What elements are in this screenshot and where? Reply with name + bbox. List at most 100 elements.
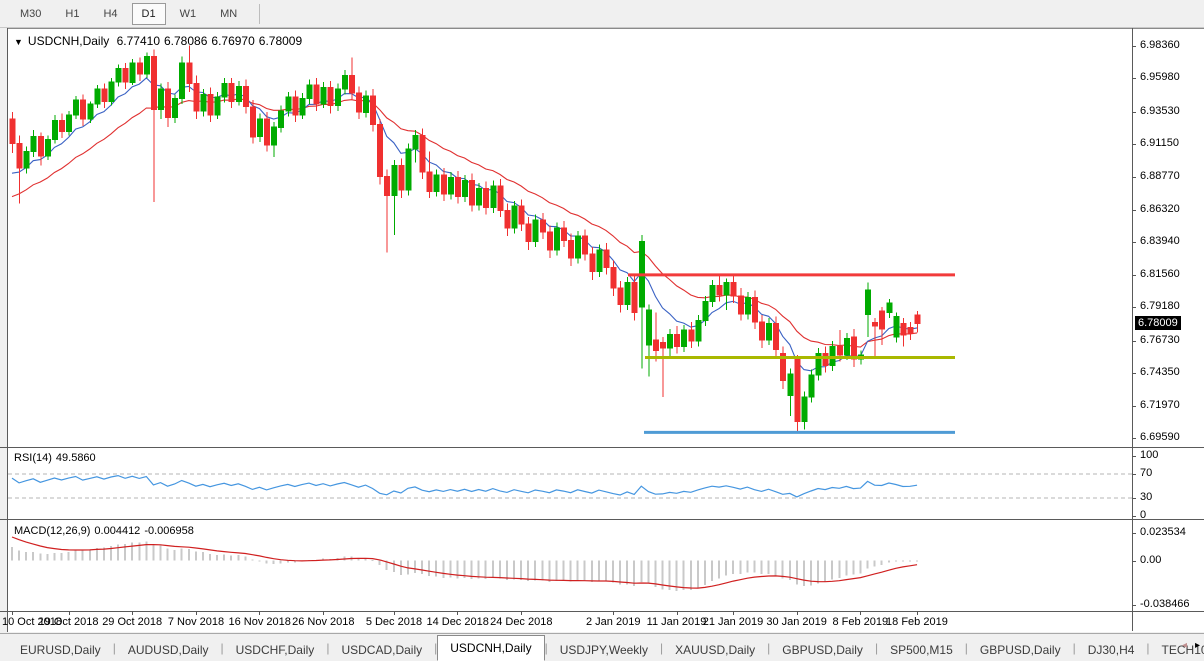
price-axis-label-tick (1132, 112, 1136, 113)
price-axis-label: 6.81560 (1140, 268, 1180, 280)
price-axis-label: 6.71970 (1140, 399, 1180, 411)
pane-separator-3 (0, 611, 1204, 612)
chart-tab-xauusd-daily[interactable]: XAUUSD,Daily (663, 639, 767, 661)
timeframe-button-d1[interactable]: D1 (132, 3, 166, 25)
pane-separator-1[interactable] (0, 447, 1204, 448)
price-axis-label: 6.79180 (1140, 300, 1180, 312)
tab-scroll-left-icon[interactable]: ◂ (1182, 640, 1187, 651)
date-axis-label: 29 Oct 2018 (102, 616, 162, 628)
timeframe-button-h1[interactable]: H1 (55, 3, 89, 25)
price-axis-label: 6.83940 (1140, 235, 1180, 247)
chart-tab-audusd-daily[interactable]: AUDUSD,Daily (116, 639, 221, 661)
pane-separator-2[interactable] (0, 519, 1204, 520)
macd-name: MACD(12,26,9) (14, 525, 90, 537)
chart-window-left-frame (0, 28, 8, 632)
chart-tab-bar: EURUSD,Daily|AUDUSD,Daily|USDCHF,Daily|U… (0, 633, 1204, 661)
timeframe-button-h4[interactable]: H4 (93, 3, 127, 25)
price-axis-label-tick (1132, 46, 1136, 47)
chart-tab-usdcnh-daily[interactable]: USDCNH,Daily (437, 635, 544, 661)
rsi-axis-label: 0 (1140, 509, 1146, 521)
price-axis-label-tick (1132, 307, 1136, 308)
date-axis-label: 26 Nov 2018 (292, 616, 354, 628)
date-axis-label: 19 Oct 2018 (39, 616, 99, 628)
tab-scroll-right-icon[interactable]: ▸ (1195, 640, 1200, 651)
ohlc-open: 6.77410 (117, 34, 160, 48)
chart-tab-usdjpy-weekly[interactable]: USDJPY,Weekly (548, 639, 660, 661)
rsi-label: RSI(14) 49.5860 (14, 452, 100, 464)
chart-symbol-label: USDCNH,Daily (28, 34, 109, 48)
date-tick (259, 611, 260, 615)
rsi-name: RSI(14) (14, 452, 52, 464)
macd-axis-label-tick (1132, 561, 1136, 562)
price-axis-label: 6.93530 (1140, 105, 1180, 117)
date-axis-label: 7 Nov 2018 (168, 616, 224, 628)
price-axis-label: 6.76730 (1140, 334, 1180, 346)
date-tick (521, 611, 522, 615)
ohlc-close: 6.78009 (259, 34, 302, 48)
date-tick (132, 611, 133, 615)
current-price-tag: 6.78009 (1135, 316, 1181, 330)
tab-scroll-arrows: ◂ ▸ (1182, 640, 1200, 651)
timeframe-buttons: M30H1H4D1W1MN (8, 3, 249, 25)
price-axis-label: 6.95980 (1140, 71, 1180, 83)
chart-dropdown-icon[interactable]: ▼ (14, 37, 23, 47)
price-axis-label: 6.69590 (1140, 431, 1180, 443)
macd-value-signal: -0.006958 (144, 525, 194, 537)
mt4-window: M30H1H4D1W1MN ▼ USDCNH,Daily 6.77410 6.780… (0, 0, 1204, 661)
price-axis-label-tick (1132, 78, 1136, 79)
chart-window-top-border (0, 28, 1204, 29)
chart-tab-eurusd-daily[interactable]: EURUSD,Daily (8, 639, 113, 661)
macd-axis-label-tick (1132, 605, 1136, 606)
price-axis-label-tick (1132, 341, 1136, 342)
timeframe-toolbar: M30H1H4D1W1MN (0, 0, 1204, 28)
date-tick (12, 611, 13, 615)
macd-axis-label-tick (1132, 533, 1136, 534)
chart-tab-gbpusd-daily[interactable]: GBPUSD,Daily (770, 639, 875, 661)
date-axis-label: 30 Jan 2019 (766, 616, 827, 628)
main-price-pane[interactable] (8, 30, 1132, 447)
rsi-axis-label-tick (1132, 474, 1136, 475)
price-axis-label-tick (1132, 177, 1136, 178)
price-axis-label-tick (1132, 275, 1136, 276)
date-axis-label: 5 Dec 2018 (366, 616, 422, 628)
chart-title: ▼USDCNH,Daily 6.774106.780866.769706.780… (14, 34, 306, 48)
rsi-axis-label-tick (1132, 456, 1136, 457)
price-axis-label-tick (1132, 406, 1136, 407)
date-tick (323, 611, 324, 615)
chart-tab-usdcad-daily[interactable]: USDCAD,Daily (329, 639, 434, 661)
toolbar-separator (259, 4, 260, 24)
date-tick (733, 611, 734, 615)
price-axis-label: 6.86320 (1140, 203, 1180, 215)
chart-window[interactable]: ▼USDCNH,Daily 6.774106.780866.769706.780… (0, 28, 1204, 632)
macd-label: MACD(12,26,9) 0.004412 -0.006958 (14, 525, 198, 537)
rsi-value: 49.5860 (56, 452, 96, 464)
date-tick (613, 611, 614, 615)
date-tick (69, 611, 70, 615)
timeframe-button-mn[interactable]: MN (210, 3, 247, 25)
price-axis-border (1132, 28, 1133, 631)
date-axis-label: 18 Feb 2019 (886, 616, 948, 628)
date-axis-label: 24 Dec 2018 (490, 616, 552, 628)
chart-tab-gbpusd-daily[interactable]: GBPUSD,Daily (968, 639, 1073, 661)
chart-tab-usdchf-daily[interactable]: USDCHF,Daily (224, 639, 327, 661)
date-axis-label: 21 Jan 2019 (703, 616, 764, 628)
price-axis-label-tick (1132, 210, 1136, 211)
price-axis-label: 6.74350 (1140, 366, 1180, 378)
price-axis-label: 6.98360 (1140, 39, 1180, 51)
chart-tab-dj30-h4[interactable]: DJ30,H4 (1076, 639, 1147, 661)
macd-axis-label: 0.023534 (1140, 526, 1186, 538)
timeframe-button-w1[interactable]: W1 (170, 3, 207, 25)
date-axis-label: 16 Nov 2018 (228, 616, 290, 628)
rsi-axis-label: 30 (1140, 491, 1152, 503)
date-axis-label: 2 Jan 2019 (586, 616, 640, 628)
macd-value-main: 0.004412 (94, 525, 140, 537)
macd-axis-label: -0.038466 (1140, 598, 1190, 610)
chart-tab-sp500-m15[interactable]: SP500,M15 (878, 639, 965, 661)
macd-axis-label: 0.00 (1140, 554, 1161, 566)
timeframe-button-m30[interactable]: M30 (10, 3, 51, 25)
rsi-axis-label: 70 (1140, 467, 1152, 479)
ohlc-high: 6.78086 (164, 34, 207, 48)
date-tick (457, 611, 458, 615)
price-axis-label-tick (1132, 242, 1136, 243)
rsi-pane[interactable] (8, 447, 1132, 519)
